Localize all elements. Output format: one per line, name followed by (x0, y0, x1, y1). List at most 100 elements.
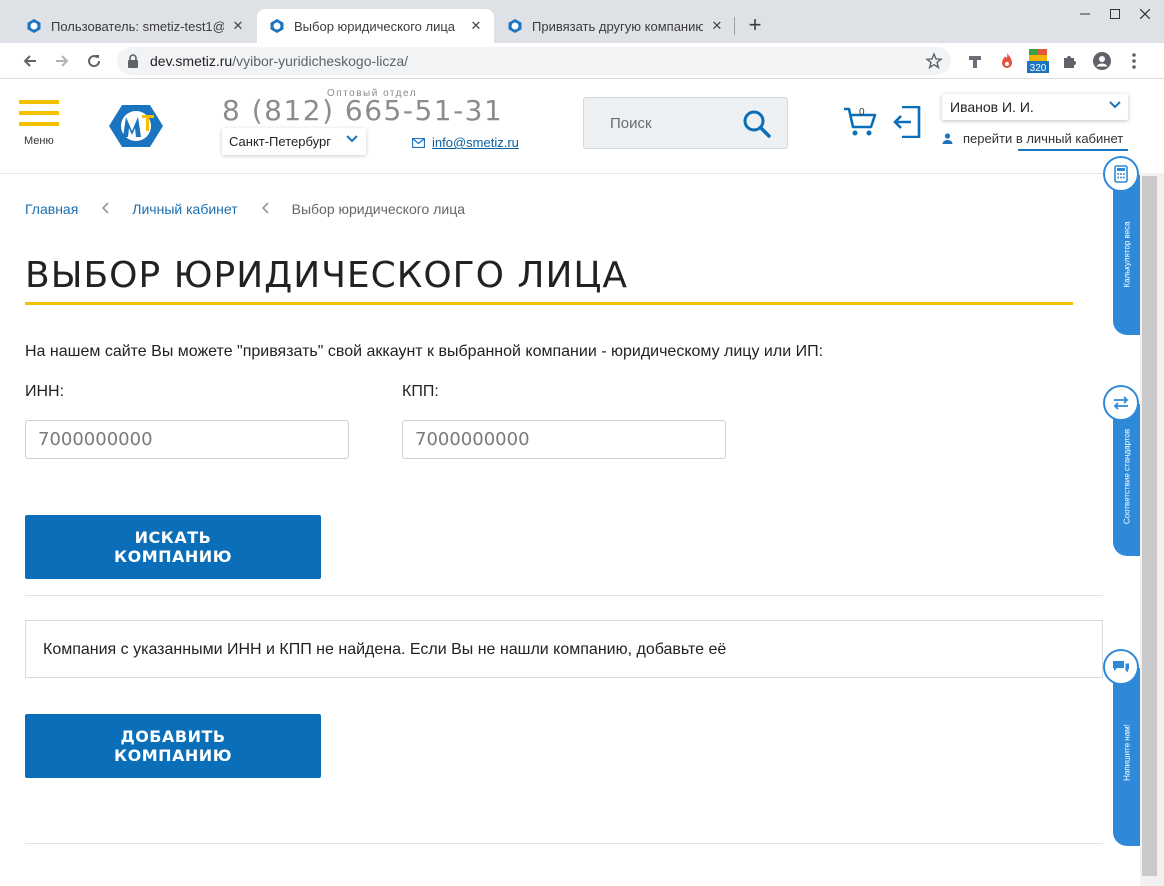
search-icon[interactable] (742, 109, 772, 139)
kpp-input[interactable] (402, 420, 726, 459)
puzzle-icon (1064, 56, 1076, 68)
bookmark-star-icon[interactable] (925, 52, 943, 70)
add-company-button-line1: ДОБАВИТЬ (120, 727, 226, 746)
chevron-down-icon (1109, 101, 1121, 109)
phone-number[interactable]: 8 (812) 665-51-31 (222, 94, 503, 127)
standards-label: Соответствие стандартов (1122, 428, 1132, 525)
breadcrumb-current: Выбор юридического лица (291, 201, 466, 217)
menu-label[interactable]: Меню (24, 135, 54, 147)
url-path: /vyibor-yuridicheskogo-licza/ (232, 53, 409, 69)
kpp-label: КПП: (402, 383, 439, 400)
chevron-left-icon (101, 201, 109, 217)
personal-cabinet-link[interactable]: перейти в личный кабинет (963, 131, 1123, 146)
maximize-button[interactable] (1100, 0, 1130, 28)
section-divider (25, 595, 1103, 596)
tab-separator (734, 17, 735, 35)
write-us-tab[interactable]: Напишите нам! (1113, 668, 1140, 846)
extension-button[interactable]: 320 (1024, 48, 1052, 74)
search-company-button-line1: ИСКАТЬ (134, 528, 212, 547)
breadcrumb-cabinet[interactable]: Личный кабинет (132, 201, 237, 217)
user-account-select[interactable]: Иванов И. И. (942, 94, 1128, 120)
city-select[interactable]: Санкт-Петербург (222, 128, 366, 155)
new-tab-button[interactable]: + (742, 13, 768, 39)
browser-tab-active[interactable]: Выбор юридического лица ✕ (257, 9, 494, 43)
search-placeholder: Поиск (610, 115, 652, 132)
section-divider (25, 843, 1103, 844)
browser-tab-link-company[interactable]: Привязать другую компанию ✕ (495, 9, 735, 43)
site-logo[interactable] (108, 103, 164, 149)
extension-button[interactable] (994, 48, 1020, 74)
close-tab-icon[interactable]: ✕ (230, 18, 246, 34)
write-us-label: Напишите нам! (1122, 724, 1132, 781)
tab-label: Пользователь: smetiz-test1@nam (51, 18, 224, 34)
chevron-down-icon (346, 135, 358, 143)
breadcrumb: Главная Личный кабинет Выбор юридическог… (25, 201, 465, 217)
url-host: dev.smetiz.ru (150, 53, 233, 69)
add-company-button[interactable]: ДОБАВИТЬ КОМПАНИЮ (25, 714, 321, 778)
header-divider (0, 173, 1140, 174)
profile-button[interactable] (1089, 48, 1115, 74)
title-underline (25, 302, 1073, 305)
maximize-icon (1110, 9, 1120, 19)
tab-label: Привязать другую компанию (532, 18, 703, 34)
close-window-icon (1140, 9, 1150, 19)
email-link[interactable]: info@smetiz.ru (432, 135, 519, 150)
minimize-button[interactable] (1070, 0, 1100, 28)
chat-bubbles-icon[interactable] (1103, 649, 1139, 685)
arrow-right-icon (56, 55, 69, 67)
site-search-box[interactable]: Поиск (583, 97, 788, 149)
cart-count: 0 (859, 107, 865, 118)
address-bar[interactable]: dev.smetiz.ru/vyibor-yuridicheskogo-licz… (117, 47, 951, 75)
user-icon (942, 133, 953, 144)
kebab-menu-icon (1132, 53, 1136, 69)
reload-icon (88, 55, 101, 68)
lock-icon (128, 54, 138, 68)
extensions-menu-button[interactable] (1057, 48, 1083, 74)
close-tab-icon[interactable]: ✕ (709, 18, 725, 34)
account-circle-icon (1093, 52, 1111, 70)
cabinet-link-underline (1018, 149, 1128, 151)
extension-stamp-icon (969, 56, 981, 68)
search-company-button[interactable]: ИСКАТЬ КОМПАНИЮ (25, 515, 321, 579)
swap-arrows-icon[interactable] (1103, 385, 1139, 421)
browser-tab-strip: Пользователь: smetiz-test1@nam ✕ Выбор ю… (0, 0, 1164, 43)
calculator-icon[interactable] (1103, 156, 1139, 192)
search-company-button-label: ИСКАТЬ КОМПАНИЮ (114, 528, 232, 566)
envelope-icon (412, 138, 425, 148)
site-favicon (27, 19, 41, 33)
browser-tab-user[interactable]: Пользователь: smetiz-test1@nam ✕ (14, 9, 256, 43)
standards-tab[interactable]: Соответствие стандартов (1113, 404, 1140, 556)
browser-toolbar: dev.smetiz.ru/vyibor-yuridicheskogo-licz… (0, 43, 1164, 79)
hamburger-menu-icon[interactable] (19, 100, 59, 133)
user-name: Иванов И. И. (950, 99, 1034, 115)
extension-fire-icon (1002, 53, 1012, 68)
not-found-notice: Компания с указанными ИНН и КПП не найде… (25, 620, 1103, 678)
add-company-button-line2: КОМПАНИЮ (114, 746, 232, 765)
extension-button[interactable] (962, 48, 988, 74)
inn-label: ИНН: (25, 383, 65, 400)
browser-menu-button[interactable] (1121, 48, 1147, 74)
weight-calculator-label: Калькулятор веса (1122, 221, 1132, 288)
intro-text: На нашем сайте Вы можете "привязать" сво… (25, 343, 824, 360)
close-window-button[interactable] (1130, 0, 1160, 28)
weight-calculator-tab[interactable]: Калькулятор веса (1113, 175, 1140, 335)
inn-input[interactable] (25, 420, 349, 459)
site-favicon (508, 19, 522, 33)
minimize-icon (1080, 13, 1090, 15)
tab-label: Выбор юридического лица (294, 18, 456, 34)
forward-button[interactable] (49, 48, 75, 74)
extension-counter-icon: 320 (1027, 49, 1049, 74)
url-text: dev.smetiz.ru/vyibor-yuridicheskogo-licz… (150, 53, 408, 69)
add-company-button-label: ДОБАВИТЬ КОМПАНИЮ (114, 727, 232, 765)
back-button[interactable] (17, 48, 43, 74)
extension-badge-count: 320 (1030, 63, 1047, 74)
search-company-button-line2: КОМПАНИЮ (114, 547, 232, 566)
login-door-icon[interactable] (893, 106, 921, 138)
city-value: Санкт-Петербург (229, 134, 331, 149)
close-tab-icon[interactable]: ✕ (468, 18, 484, 34)
chevron-left-icon (261, 201, 269, 217)
page-title: ВЫБОР ЮРИДИЧЕСКОГО ЛИЦА (25, 255, 628, 296)
breadcrumb-home[interactable]: Главная (25, 201, 78, 217)
scrollbar-thumb[interactable] (1142, 176, 1157, 876)
reload-button[interactable] (81, 48, 107, 74)
